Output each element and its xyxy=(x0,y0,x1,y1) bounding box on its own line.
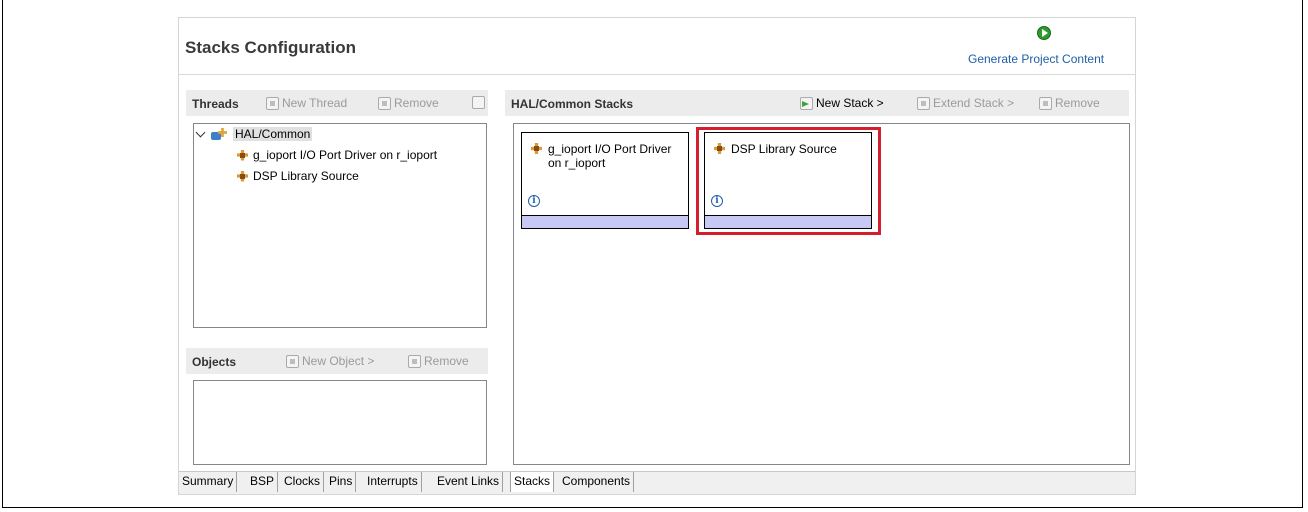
tab-pins[interactable]: Pins xyxy=(326,472,357,492)
tab-interrupts[interactable]: Interrupts xyxy=(364,472,422,492)
tab-bsp[interactable]: BSP xyxy=(247,472,279,492)
highlight-box xyxy=(696,127,881,235)
new-object-label: New Object > xyxy=(302,354,375,368)
editor-header: Stacks Configuration Generate Project Co… xyxy=(179,18,1135,75)
objects-title: Objects xyxy=(192,355,237,369)
new-object-icon xyxy=(286,354,299,368)
remove-thread-label: Remove xyxy=(394,96,439,110)
remove-thread-button[interactable]: Remove xyxy=(378,96,439,110)
tab-stacks[interactable]: Stacks xyxy=(510,472,555,492)
component-icon xyxy=(236,149,249,162)
objects-panel-header: Objects New Object > Remove xyxy=(186,348,488,374)
new-thread-label: New Thread xyxy=(282,96,348,110)
threads-tree: HAL/Common g_ioport I/O Port Driver on r… xyxy=(193,123,487,328)
tab-components[interactable]: Components xyxy=(559,472,635,492)
tree-node-label: HAL/Common xyxy=(233,127,313,141)
new-thread-button[interactable]: New Thread xyxy=(266,96,347,110)
remove-object-label: Remove xyxy=(424,354,469,368)
extend-stack-label: Extend Stack > xyxy=(933,96,1015,110)
tree-node-label: g_ioport I/O Port Driver on r_ioport xyxy=(253,148,438,162)
objects-list xyxy=(193,380,487,465)
generate-project-content-link[interactable]: Generate Project Content xyxy=(968,52,1104,66)
tab-event-links[interactable]: Event Links xyxy=(434,472,504,492)
threads-title: Threads xyxy=(192,97,239,111)
tree-node-label: DSP Library Source xyxy=(253,169,359,183)
stack-card-bar xyxy=(522,215,688,228)
new-stack-label: New Stack > xyxy=(816,96,884,110)
remove-icon xyxy=(378,96,391,110)
remove-object-button[interactable]: Remove xyxy=(408,354,469,368)
tree-node-g-ioport[interactable]: g_ioport I/O Port Driver on r_ioport xyxy=(236,148,437,162)
info-icon[interactable]: i xyxy=(528,195,540,207)
generate-run-icon[interactable] xyxy=(1037,26,1051,40)
tree-node-dsp-library-source[interactable]: DSP Library Source xyxy=(236,169,359,183)
chevron-down-icon[interactable] xyxy=(195,127,206,138)
stacks-panel-header: HAL/Common Stacks New Stack > Extend Sta… xyxy=(505,90,1129,116)
tab-summary[interactable]: Summary xyxy=(179,472,238,492)
stacks-configuration-editor: Stacks Configuration Generate Project Co… xyxy=(178,17,1136,495)
stacks-title: HAL/Common Stacks xyxy=(511,97,634,111)
hal-common-icon xyxy=(211,127,229,141)
tree-node-hal-common[interactable]: HAL/Common xyxy=(195,127,313,141)
new-object-button[interactable]: New Object > xyxy=(286,354,374,368)
tab-clocks[interactable]: Clocks xyxy=(281,472,325,492)
remove-icon xyxy=(408,354,421,368)
remove-stack-label: Remove xyxy=(1055,96,1100,110)
editor-tab-bar: Summary BSP Clocks Pins Interrupts Event… xyxy=(179,471,1135,494)
component-icon xyxy=(530,142,543,155)
remove-stack-button[interactable]: Remove xyxy=(1039,96,1100,110)
new-stack-button[interactable]: New Stack > xyxy=(800,96,884,110)
new-stack-icon xyxy=(800,96,813,110)
extend-stack-button[interactable]: Extend Stack > xyxy=(917,96,1014,110)
extend-stack-icon xyxy=(917,96,930,110)
component-icon xyxy=(236,170,249,183)
collapse-all-icon xyxy=(472,96,485,109)
page-title: Stacks Configuration xyxy=(185,38,356,57)
remove-icon xyxy=(1039,96,1052,110)
collapse-all-button[interactable] xyxy=(472,96,485,109)
threads-panel-header: Threads New Thread Remove xyxy=(186,90,488,116)
stack-card-g-ioport[interactable]: g_ioport I/O Port Driver on r_ioport i xyxy=(521,132,689,229)
stack-card-title: g_ioport I/O Port Driver on r_ioport xyxy=(548,142,672,170)
new-thread-icon xyxy=(266,96,279,110)
